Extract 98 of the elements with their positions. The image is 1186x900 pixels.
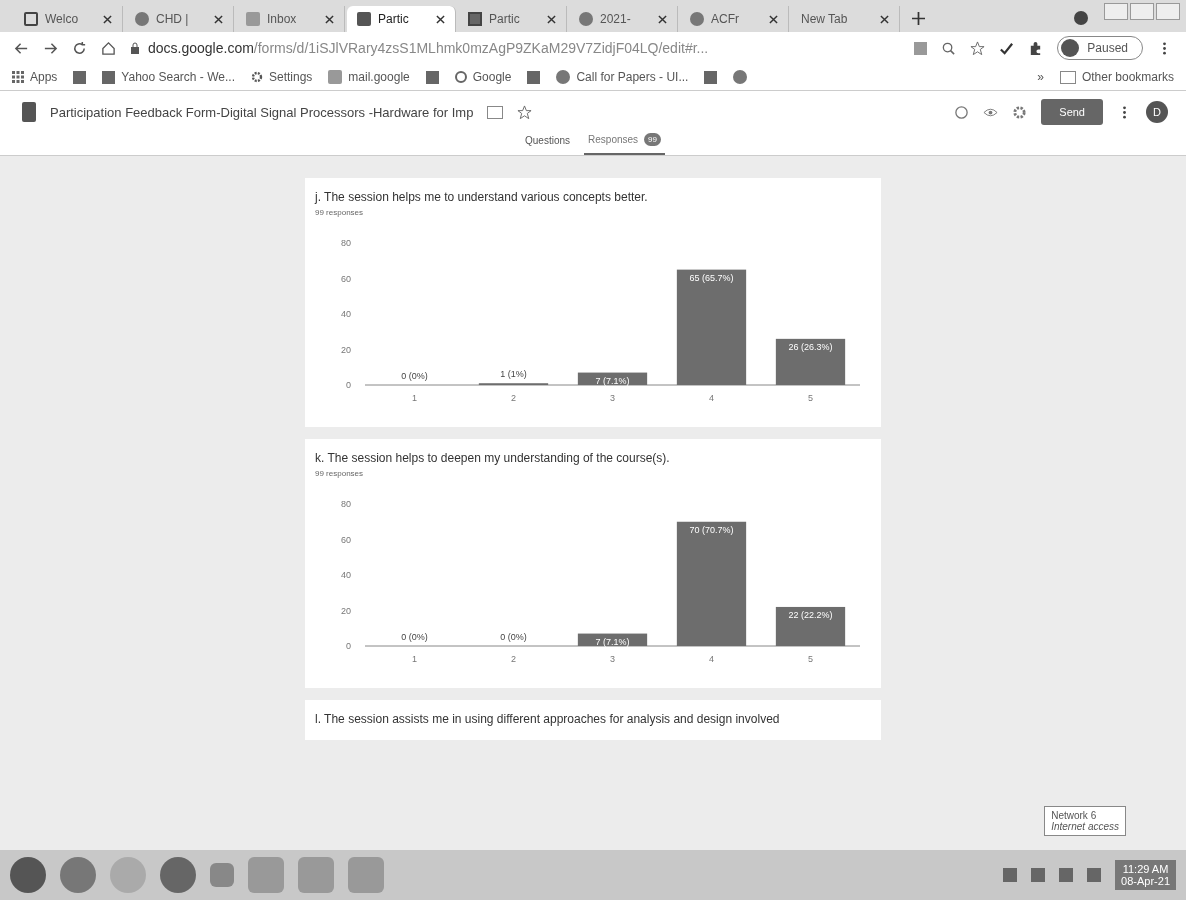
browser-tab[interactable]: Partic xyxy=(347,6,456,32)
tray-icon[interactable] xyxy=(1031,868,1046,882)
taskbar-app-icon[interactable] xyxy=(60,857,96,893)
new-tab-icon[interactable] xyxy=(912,12,925,25)
home-icon[interactable] xyxy=(101,40,116,56)
star-icon[interactable] xyxy=(970,40,986,56)
y-tick-label: 60 xyxy=(341,273,351,284)
folder-icon xyxy=(1059,70,1076,84)
close-icon[interactable] xyxy=(325,14,334,24)
apps-grid-icon xyxy=(12,71,24,83)
bar-value-label: 0 (0%) xyxy=(401,371,428,381)
more-bookmarks-button[interactable]: » xyxy=(1037,70,1044,84)
y-tick-label: 40 xyxy=(341,309,351,319)
address-field[interactable]: docs.google.com/forms/d/1iSJlVRary4zsS1MLhmk0mzAgP9ZKaM29V7ZidjF04LQ/edit#r... xyxy=(130,36,901,60)
start-button[interactable] xyxy=(10,857,46,893)
x-tick-label: 4 xyxy=(709,654,714,664)
bookmark[interactable]: Settings xyxy=(251,70,313,84)
bar-value-label: 7 (7.1%) xyxy=(595,636,630,647)
site-icon xyxy=(527,70,541,84)
bookmark[interactable] xyxy=(527,70,541,84)
bar xyxy=(577,372,648,385)
bar-value-label: 0 (0%) xyxy=(500,632,527,642)
y-tick-label: 40 xyxy=(341,570,351,580)
x-tick-label: 3 xyxy=(610,393,615,403)
x-tick-label: 2 xyxy=(511,654,516,664)
site-icon xyxy=(704,70,718,84)
y-tick-label: 0 xyxy=(346,641,351,651)
folder-icon[interactable] xyxy=(487,105,504,119)
close-icon[interactable] xyxy=(547,14,556,24)
zoom-icon[interactable] xyxy=(941,40,957,56)
y-tick-label: 80 xyxy=(341,499,351,509)
response-count: 99 responses xyxy=(315,469,364,478)
y-tick-label: 0 xyxy=(346,380,351,390)
profile-dot-icon[interactable] xyxy=(1074,11,1088,25)
logo-icon xyxy=(24,12,38,26)
y-tick-label: 60 xyxy=(341,534,351,545)
bookmark[interactable] xyxy=(425,70,439,84)
close-icon[interactable] xyxy=(436,14,445,24)
close-icon[interactable] xyxy=(103,14,112,24)
reload-icon[interactable] xyxy=(72,40,87,56)
question-title: l. The session assists me in using different approaches for analysis and design involved xyxy=(315,712,780,726)
form-title: Participation Feedback Form-Digital Signal Processors -Hardware for Imp xyxy=(50,104,474,120)
bookmark[interactable] xyxy=(704,70,718,84)
bookmark[interactable]: Call for Papers - UI... xyxy=(556,70,689,84)
response-count: 99 responses xyxy=(315,208,364,217)
tray-icon[interactable] xyxy=(1087,868,1102,882)
close-icon[interactable] xyxy=(214,14,223,24)
sheet-icon xyxy=(468,12,482,26)
bar-value-label: 0 (0%) xyxy=(401,632,428,642)
question-title: k. The session helps to deepen my understanding of the course(s). xyxy=(315,451,670,465)
checkmark-icon[interactable] xyxy=(999,40,1015,56)
clock-time[interactable]: 11:29 AM xyxy=(1122,863,1169,875)
clock-date[interactable]: 08-Apr-21 xyxy=(1121,875,1170,887)
site-icon xyxy=(425,70,439,84)
bookmark[interactable]: mail.google xyxy=(328,70,410,84)
bar-value-label: 22 (22.2%) xyxy=(788,609,833,620)
bar xyxy=(775,338,846,385)
x-tick-label: 4 xyxy=(709,393,714,403)
bar xyxy=(577,633,648,646)
tray-icon[interactable] xyxy=(1059,868,1074,882)
tray-icon[interactable] xyxy=(1003,868,1018,882)
bar-value-label: 65 (65.7%) xyxy=(689,272,734,283)
x-tick-label: 3 xyxy=(610,654,615,664)
tooltip-text: Network 6 xyxy=(1051,810,1098,821)
lock-icon xyxy=(130,42,140,54)
bookmark[interactable]: Apps xyxy=(12,70,58,84)
bookmark[interactable] xyxy=(73,70,87,84)
close-icon[interactable] xyxy=(658,14,667,24)
bar xyxy=(775,606,846,646)
bookmark[interactable]: Google xyxy=(454,70,512,84)
site-icon xyxy=(73,70,87,84)
gear-icon xyxy=(251,71,263,83)
account-avatar[interactable]: D xyxy=(1146,101,1168,123)
taskbar-app-icon[interactable] xyxy=(160,857,196,893)
tooltip-text: Internet access xyxy=(1051,821,1119,832)
response-count-badge: 99 xyxy=(644,133,661,146)
bar-value-label: 7 (7.1%) xyxy=(595,375,630,386)
close-icon[interactable] xyxy=(769,14,778,24)
bar-value-label: 1 (1%) xyxy=(500,369,527,380)
other-bookmarks[interactable]: Other bookmarks xyxy=(1059,70,1174,84)
form-tab[interactable]: Questions xyxy=(521,129,575,155)
send-button[interactable]: Send xyxy=(1041,99,1103,125)
x-tick-label: 1 xyxy=(412,393,417,403)
bookmark[interactable]: Yahoo Search - We... xyxy=(102,70,235,84)
question-title: j. The session helps me to understand various concepts better. xyxy=(315,190,648,204)
x-tick-label: 5 xyxy=(808,654,813,664)
close-icon[interactable] xyxy=(880,14,889,24)
bar-value-label: 26 (26.3%) xyxy=(788,341,833,352)
site-icon xyxy=(102,70,116,84)
settings-icon[interactable] xyxy=(1012,104,1028,120)
bar-value-label: 70 (70.7%) xyxy=(689,524,734,535)
x-tick-label: 2 xyxy=(511,393,516,403)
y-tick-label: 20 xyxy=(341,344,351,355)
x-tick-label: 1 xyxy=(412,654,417,664)
star-icon[interactable] xyxy=(517,104,533,120)
y-tick-label: 80 xyxy=(341,238,351,248)
y-tick-label: 20 xyxy=(341,605,351,616)
x-tick-label: 5 xyxy=(808,393,813,403)
